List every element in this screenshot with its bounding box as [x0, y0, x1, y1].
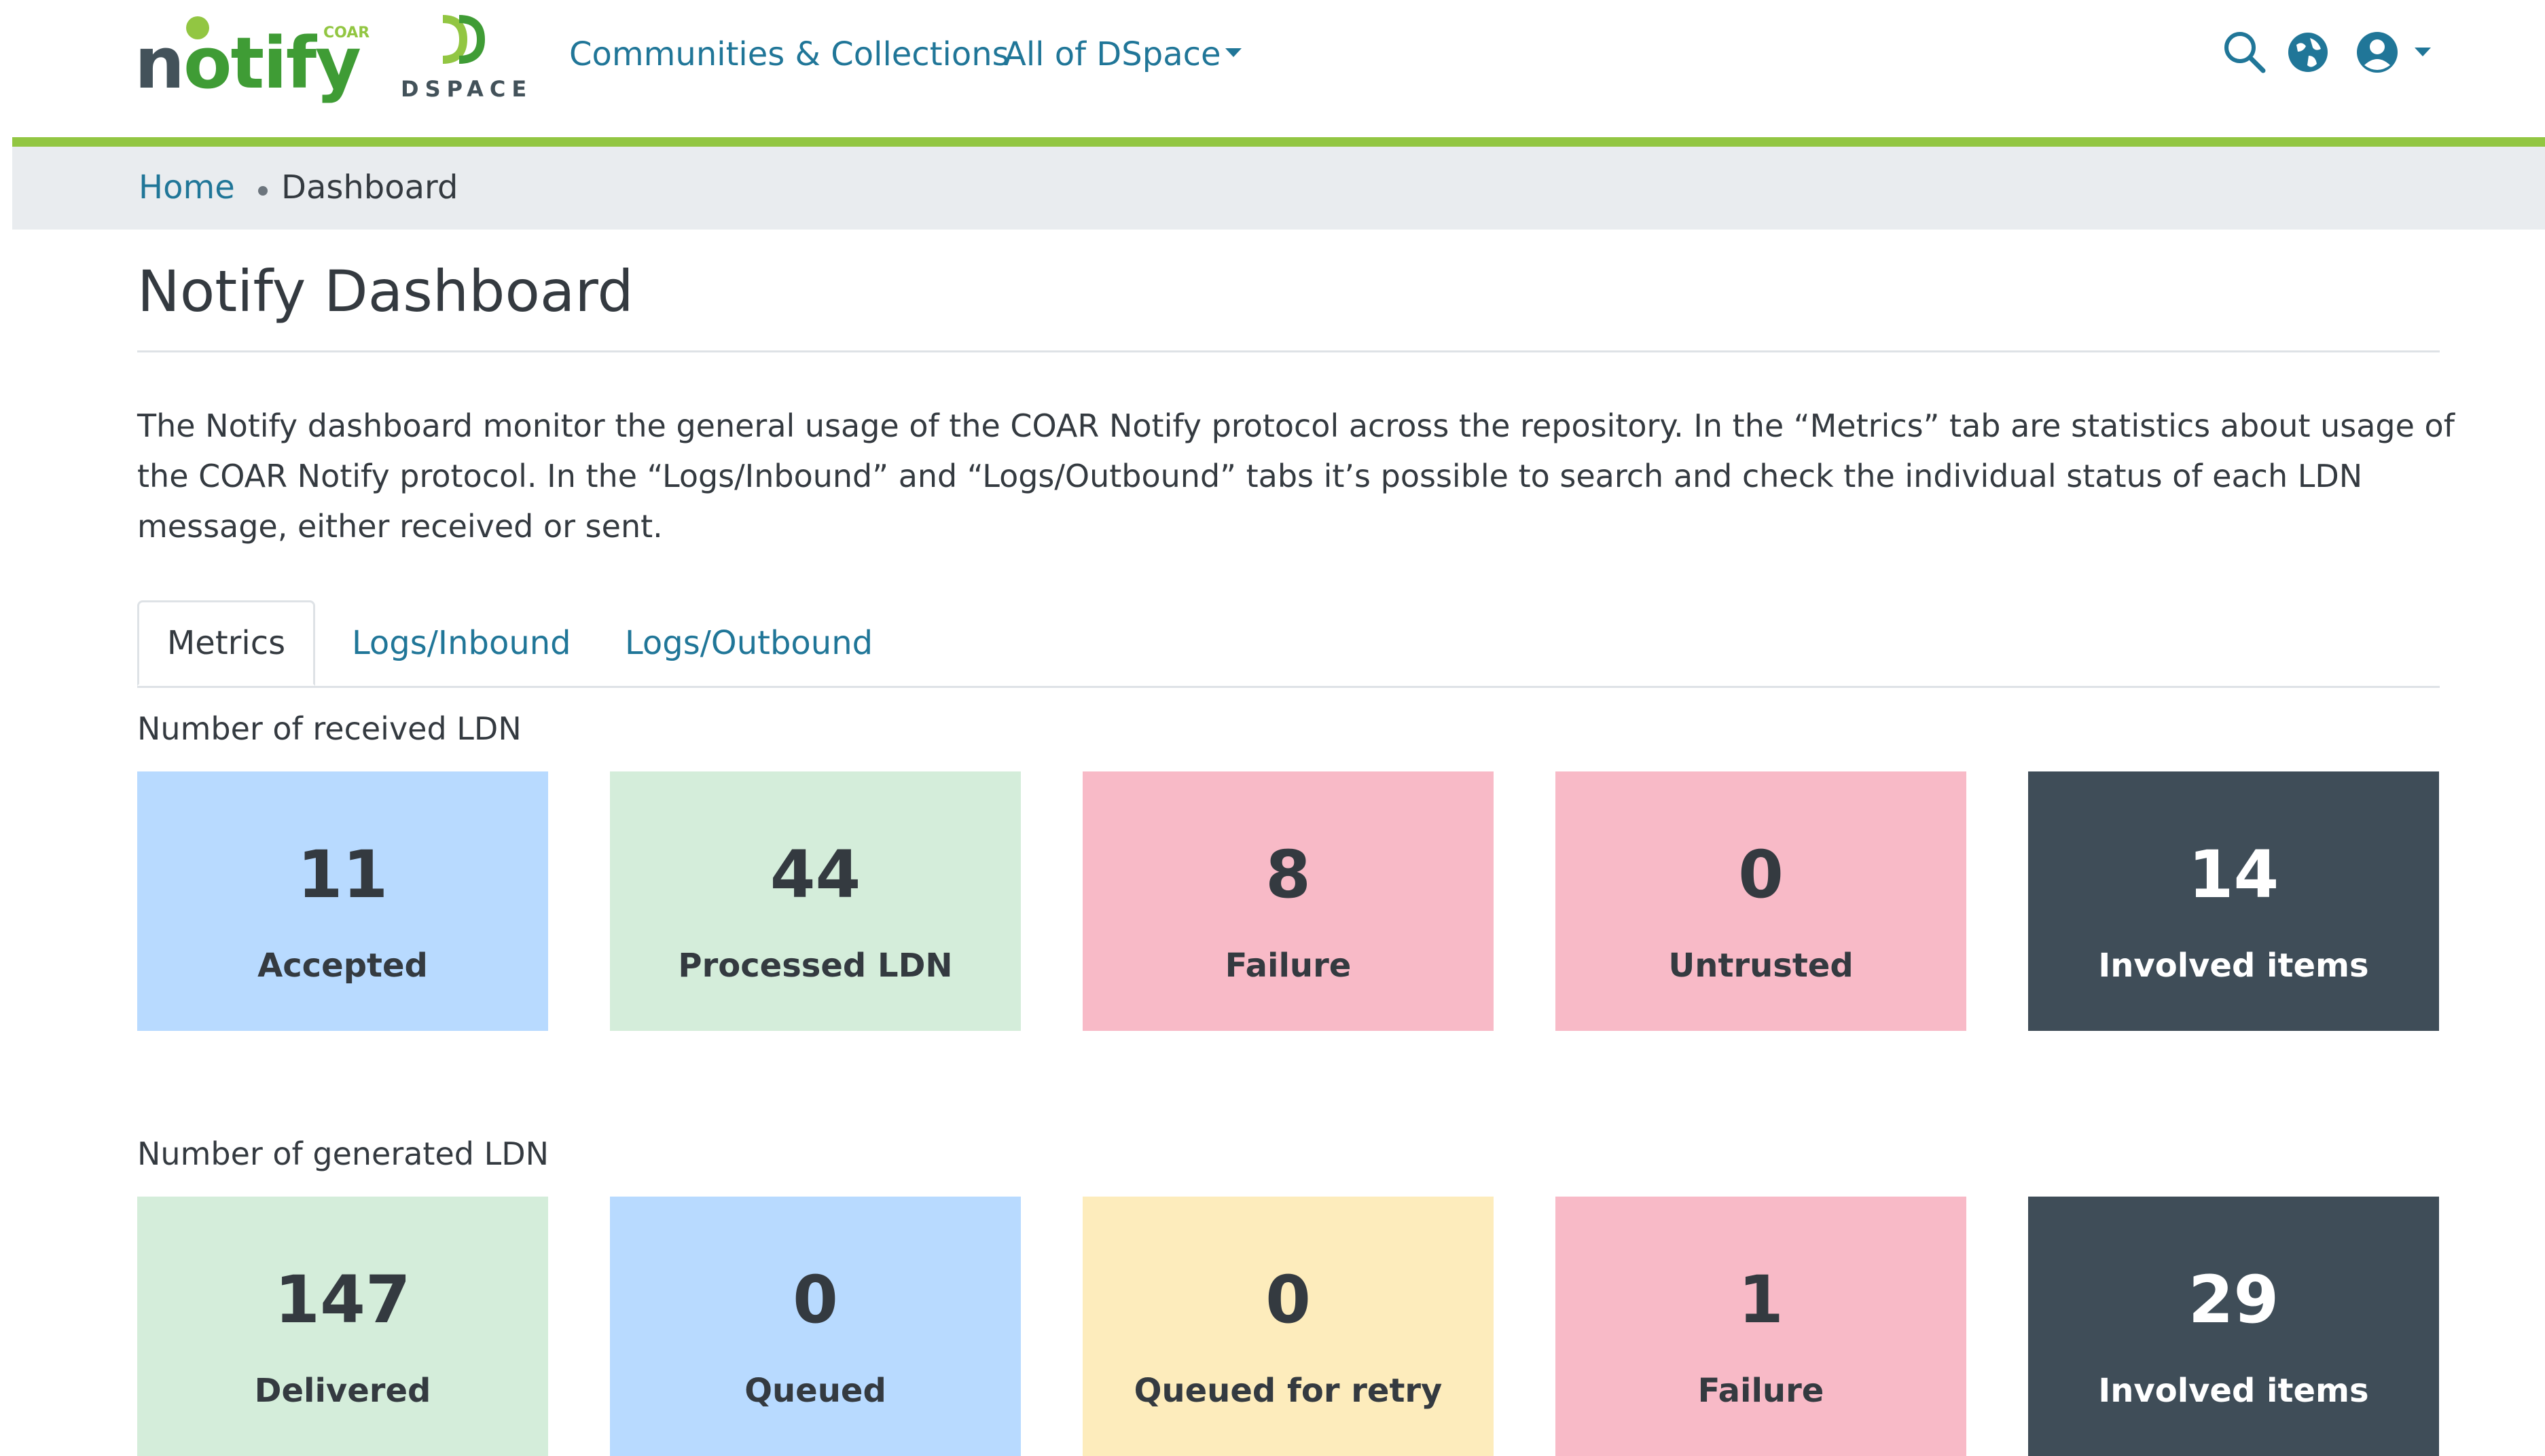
dspace-logo-icon — [442, 15, 486, 64]
user-menu-chevron-icon[interactable] — [2415, 48, 2431, 56]
card-value: 147 — [274, 1262, 411, 1338]
card-label: Untrusted — [1668, 947, 1854, 985]
tab-logs-outbound[interactable]: Logs/Outbound — [625, 600, 873, 686]
dspace-logo-text: DSPACE — [401, 76, 533, 102]
nav-all-of-dspace-label: All of DSpace — [1004, 35, 1221, 73]
card-value: 11 — [297, 837, 389, 913]
card-value: 44 — [770, 837, 861, 913]
site-header — [12, 0, 2545, 137]
card-value: 0 — [1738, 837, 1784, 913]
user-icon[interactable] — [2353, 29, 2401, 76]
card-value: 29 — [2188, 1262, 2279, 1338]
card-label: Queued — [744, 1372, 886, 1410]
card-label: Accepted — [257, 947, 428, 985]
nav-all-of-dspace[interactable]: All of DSpace — [1004, 35, 1242, 73]
dashboard-description: The Notify dashboard monitor the general… — [137, 407, 2455, 545]
generated-queued-card[interactable]: 0 Queued — [610, 1197, 1021, 1456]
search-icon[interactable] — [2221, 29, 2269, 76]
generated-involved-items-card[interactable]: 29 Involved items — [2028, 1197, 2439, 1456]
globe-icon[interactable] — [2284, 29, 2332, 76]
card-label: Queued for retry — [1134, 1372, 1443, 1410]
nav-communities-collections[interactable]: Communities & Collections — [569, 35, 1009, 73]
tab-logs-inbound[interactable]: Logs/Inbound — [352, 600, 571, 686]
card-label: Processed LDN — [678, 947, 953, 985]
breadcrumb-home-link[interactable]: Home — [139, 168, 235, 206]
breadcrumb: Home Dashboard — [12, 147, 2545, 230]
notify-logo-coar: COAR — [323, 24, 370, 41]
coar-notify-logo[interactable]: notify COAR — [134, 12, 374, 107]
received-ldn-heading: Number of received LDN — [137, 710, 522, 747]
received-failure-card[interactable]: 8 Failure — [1083, 771, 1494, 1031]
title-divider — [137, 350, 2440, 352]
notify-logo-dot — [186, 16, 209, 39]
header-accent-bar — [12, 137, 2545, 147]
card-label: Failure — [1697, 1372, 1824, 1410]
card-label: Failure — [1225, 947, 1352, 985]
card-label: Involved items — [2098, 947, 2369, 985]
card-value: 0 — [1265, 1262, 1311, 1338]
card-value: 14 — [2188, 837, 2279, 913]
received-involved-items-card[interactable]: 14 Involved items — [2028, 771, 2439, 1031]
generated-queued-retry-card[interactable]: 0 Queued for retry — [1083, 1197, 1494, 1456]
card-value: 8 — [1265, 837, 1311, 913]
received-processed-card[interactable]: 44 Processed LDN — [610, 771, 1021, 1031]
received-accepted-card[interactable]: 11 Accepted — [137, 771, 548, 1031]
card-value: 1 — [1738, 1262, 1784, 1338]
dspace-logo[interactable]: DSPACE — [401, 12, 526, 107]
card-value: 0 — [793, 1262, 838, 1338]
tab-metrics[interactable]: Metrics — [137, 600, 315, 686]
card-label: Delivered — [254, 1372, 431, 1410]
chevron-down-icon — [1225, 48, 1242, 57]
generated-delivered-card[interactable]: 147 Delivered — [137, 1197, 548, 1456]
received-untrusted-card[interactable]: 0 Untrusted — [1555, 771, 1966, 1031]
card-label: Involved items — [2098, 1372, 2369, 1410]
breadcrumb-separator — [258, 186, 268, 196]
dashboard-tabs: Metrics Logs/Inbound Logs/Outbound — [137, 600, 2440, 689]
breadcrumb-current: Dashboard — [281, 168, 458, 206]
generated-failure-card[interactable]: 1 Failure — [1555, 1197, 1966, 1456]
tabs-divider — [137, 686, 2440, 688]
page-title: Notify Dashboard — [137, 258, 634, 325]
generated-ldn-heading: Number of generated LDN — [137, 1135, 549, 1172]
